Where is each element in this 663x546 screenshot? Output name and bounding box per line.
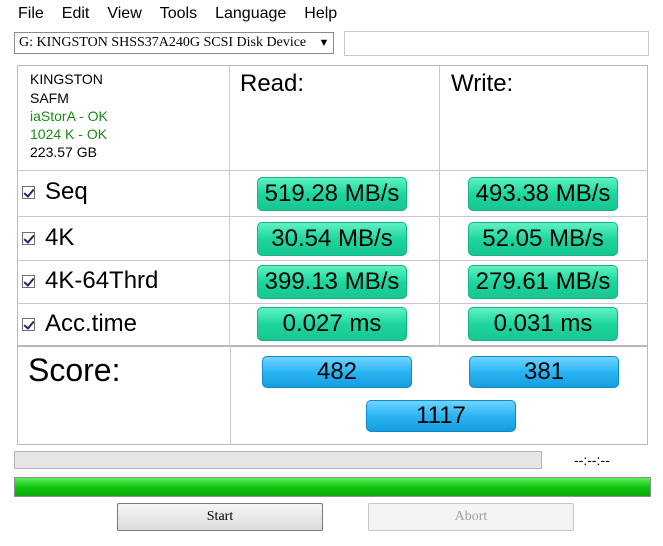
row-4k[interactable]: 4K: [22, 224, 74, 252]
drive-select-value: G: KINGSTON SHSS37A240G SCSI Disk Device: [19, 35, 307, 50]
menu-language[interactable]: Language: [207, 0, 296, 28]
row-seq-label: Seq: [45, 178, 88, 205]
seq-checkbox[interactable]: [22, 185, 35, 199]
alignment-status: 1024 K - OK: [30, 126, 108, 142]
seq-read-value: 519.28 MB/s: [257, 177, 407, 211]
status-text-box[interactable]: [344, 31, 649, 56]
drive-info: KINGSTON SAFM iaStorA - OK 1024 K - OK 2…: [30, 70, 108, 161]
score-read: 482: [262, 356, 412, 388]
acc-time-read-value: 0.027 ms: [257, 307, 407, 341]
drive-select[interactable]: G: KINGSTON SHSS37A240G SCSI Disk Device…: [14, 32, 334, 54]
write-header: Write:: [451, 70, 514, 97]
4k-write-value: 52.05 MB/s: [468, 222, 618, 256]
score-label: Score:: [28, 352, 121, 388]
menu-tools[interactable]: Tools: [152, 0, 207, 28]
score-total: 1117: [366, 400, 516, 432]
drive-model: KINGSTON: [30, 71, 103, 87]
row-4k-label: 4K: [45, 224, 75, 251]
grid-divider: [17, 303, 648, 304]
overall-progress-bar: [14, 477, 651, 497]
abort-button[interactable]: Abort: [368, 503, 574, 531]
overall-progress-fill: [15, 478, 650, 496]
4k-checkbox[interactable]: [22, 231, 35, 245]
read-header: Read:: [240, 70, 305, 97]
seq-write-value: 493.38 MB/s: [468, 177, 618, 211]
4k-64thrd-write-value: 279.61 MB/s: [468, 265, 618, 299]
4k-64thrd-read-value: 399.13 MB/s: [257, 265, 407, 299]
driver-status: iaStorA - OK: [30, 108, 108, 124]
grid-divider: [17, 216, 648, 217]
4k-64thrd-checkbox[interactable]: [22, 274, 35, 288]
menu-bar: File Edit View Tools Language Help: [0, 0, 663, 28]
row-seq[interactable]: Seq: [22, 178, 88, 206]
acc-time-write-value: 0.031 ms: [468, 307, 618, 341]
acc-time-checkbox[interactable]: [22, 317, 35, 331]
chevron-down-icon[interactable]: ▼: [315, 37, 333, 49]
drive-firmware: SAFM: [30, 90, 69, 106]
grid-divider: [17, 260, 648, 261]
grid-divider: [230, 346, 231, 445]
score-write: 381: [469, 356, 619, 388]
menu-file[interactable]: File: [0, 0, 54, 28]
test-progress-bar: [14, 451, 542, 469]
menu-help[interactable]: Help: [296, 0, 347, 28]
row-4k-64thrd-label: 4K-64Thrd: [45, 267, 159, 294]
drive-size: 223.57 GB: [30, 144, 97, 160]
start-button[interactable]: Start: [117, 503, 323, 531]
menu-edit[interactable]: Edit: [54, 0, 100, 28]
menu-view[interactable]: View: [99, 0, 151, 28]
elapsed-time: --:--:--: [574, 452, 610, 468]
row-acc-time-label: Acc.time: [45, 310, 138, 337]
row-acc-time[interactable]: Acc.time: [22, 310, 137, 338]
4k-read-value: 30.54 MB/s: [257, 222, 407, 256]
row-4k-64thrd[interactable]: 4K-64Thrd: [22, 267, 158, 295]
grid-divider: [17, 170, 648, 171]
